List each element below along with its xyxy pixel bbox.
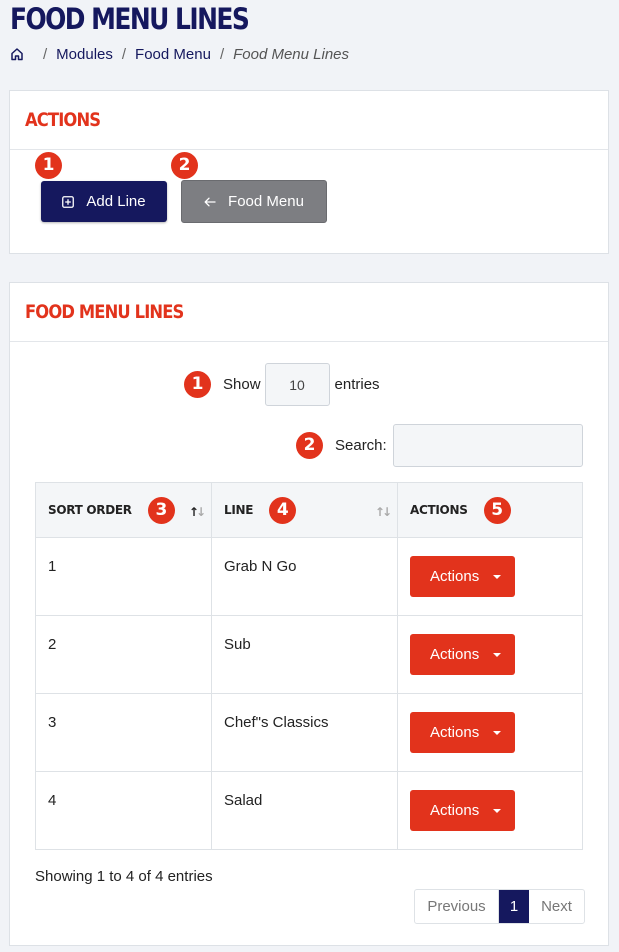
- breadcrumb-item-food-menu[interactable]: Food Menu: [135, 46, 211, 63]
- breadcrumb-separator: /: [219, 45, 225, 63]
- lines-card-title: FOOD MENU LINES: [25, 301, 184, 323]
- column-label: LINE: [224, 503, 254, 517]
- step-badge: 2: [296, 432, 323, 459]
- table-row: 4 Salad Actions: [35, 771, 583, 850]
- caret-down-icon: [493, 653, 501, 657]
- food-menu-button[interactable]: Food Menu: [181, 180, 327, 223]
- line-cell: Sub: [211, 615, 398, 694]
- breadcrumb-separator: /: [43, 45, 48, 63]
- home-icon[interactable]: [10, 47, 24, 61]
- breadcrumb-item-modules[interactable]: Modules: [56, 46, 113, 63]
- search-control: 2 Search:: [296, 424, 583, 467]
- add-line-label: Add Line: [86, 193, 146, 210]
- actions-cell: Actions: [397, 615, 583, 694]
- sort-icon: ↑↓: [374, 505, 392, 519]
- table-row: 3 Chef"s Classics Actions: [35, 693, 583, 772]
- actions-card: ACTIONS 1 2 Add Line Food Menu: [9, 90, 609, 254]
- lines-card-header: FOOD MENU LINES: [10, 283, 608, 342]
- food-menu-label: Food Menu: [228, 193, 304, 210]
- column-label: SORT ORDER: [48, 503, 132, 517]
- step-badge: 4: [269, 496, 297, 524]
- pagination-previous[interactable]: Previous: [415, 890, 499, 923]
- actions-label: Actions: [430, 724, 480, 741]
- page-title: FOOD MENU LINES: [10, 2, 250, 36]
- step-badge: 2: [171, 152, 198, 179]
- actions-dropdown-button[interactable]: Actions: [410, 790, 515, 831]
- breadcrumb-separator: /: [121, 45, 127, 63]
- column-sort-order[interactable]: SORT ORDER 3 ↑↓: [35, 482, 212, 538]
- breadcrumb: / Modules / Food Menu / Food Menu Lines: [10, 45, 349, 63]
- entries-label: entries: [334, 376, 380, 393]
- actions-label: Actions: [430, 568, 480, 585]
- actions-dropdown-button[interactable]: Actions: [410, 712, 515, 753]
- caret-down-icon: [493, 575, 501, 579]
- sort-order-cell: 3: [35, 693, 212, 772]
- column-label: ACTIONS: [410, 503, 468, 517]
- table-row: 1 Grab N Go Actions: [35, 537, 583, 616]
- entries-length-select[interactable]: 10: [264, 363, 330, 406]
- pagination-next[interactable]: Next: [529, 890, 584, 923]
- search-input[interactable]: [392, 424, 583, 467]
- search-label: Search:: [335, 437, 387, 454]
- sort-ascending-icon: ↑↓: [188, 505, 206, 519]
- arrow-left-icon: [204, 197, 216, 207]
- column-line[interactable]: LINE 4 ↑↓: [211, 482, 398, 538]
- caret-down-icon: [493, 809, 501, 813]
- line-cell: Chef"s Classics: [211, 693, 398, 772]
- pagination: Previous 1 Next: [414, 889, 585, 924]
- actions-cell: Actions: [397, 537, 583, 616]
- sort-order-cell: 4: [35, 771, 212, 850]
- actions-dropdown-button[interactable]: Actions: [410, 556, 515, 597]
- actions-label: Actions: [430, 646, 480, 663]
- actions-dropdown-button[interactable]: Actions: [410, 634, 515, 675]
- sort-order-cell: 2: [35, 615, 212, 694]
- plus-square-icon: [62, 195, 75, 208]
- add-line-button[interactable]: Add Line: [41, 181, 167, 222]
- actions-card-header: ACTIONS: [10, 91, 608, 150]
- food-menu-lines-card: FOOD MENU LINES 1 Show 10 entries 2 Sear…: [9, 282, 609, 946]
- line-cell: Grab N Go: [211, 537, 398, 616]
- caret-down-icon: [493, 731, 501, 735]
- sort-order-cell: 1: [35, 537, 212, 616]
- step-badge: 1: [184, 371, 211, 398]
- table-header-row: SORT ORDER 3 ↑↓ LINE 4 ↑↓ ACTIONS 5: [35, 482, 583, 538]
- actions-card-title: ACTIONS: [25, 109, 101, 131]
- entries-length-control: 1 Show 10 entries: [184, 363, 380, 406]
- step-badge: 1: [35, 152, 62, 179]
- pagination-page-current[interactable]: 1: [499, 890, 529, 923]
- step-badge: 5: [483, 496, 511, 524]
- actions-cell: Actions: [397, 771, 583, 850]
- column-actions: ACTIONS 5: [397, 482, 583, 538]
- breadcrumb-current: Food Menu Lines: [233, 45, 350, 63]
- table-info: Showing 1 to 4 of 4 entries: [35, 868, 213, 885]
- show-label: Show: [223, 376, 261, 393]
- actions-label: Actions: [430, 802, 480, 819]
- table-row: 2 Sub Actions: [35, 615, 583, 694]
- food-menu-lines-table: SORT ORDER 3 ↑↓ LINE 4 ↑↓ ACTIONS 5 1 Gr…: [35, 482, 583, 850]
- actions-cell: Actions: [397, 693, 583, 772]
- line-cell: Salad: [211, 771, 398, 850]
- step-badge: 3: [147, 496, 175, 524]
